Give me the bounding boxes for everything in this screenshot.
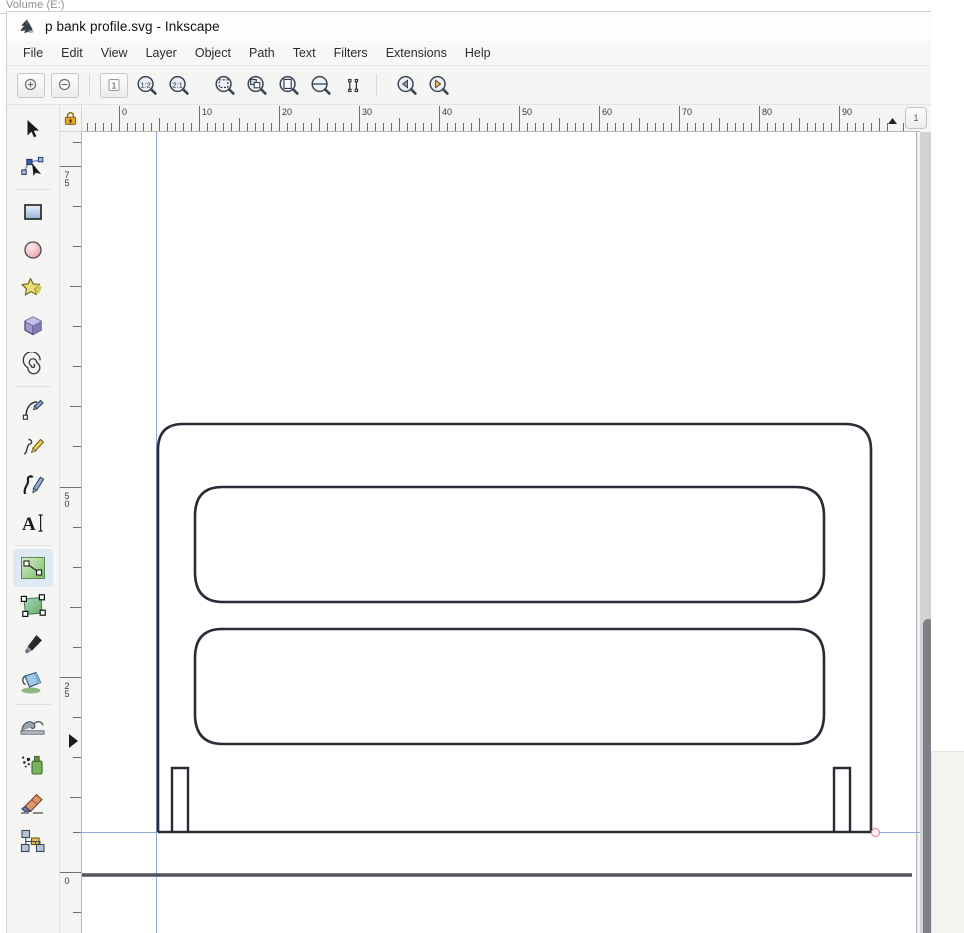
menu-filters[interactable]: Filters — [325, 43, 377, 64]
window-title: p bank profile.svg - Inkscape — [45, 19, 220, 34]
vruler-label-25: 25 — [62, 681, 72, 697]
hruler-label-10: 10 — [202, 107, 213, 117]
menu-path[interactable]: Path — [240, 43, 284, 64]
selector-tool[interactable] — [13, 110, 53, 148]
zoom-1-to-2-button[interactable]: 1:2 — [134, 74, 160, 97]
vertical-ruler[interactable]: 75 50 25 0 — [60, 132, 82, 933]
zoom-in-button[interactable] — [17, 72, 45, 98]
document-page — [90, 132, 917, 933]
padlock-icon — [64, 111, 77, 125]
gradient-tool[interactable] — [13, 549, 53, 587]
inkscape-application-window: Volume (E:) p bank profile.svg - Inkscap… — [0, 0, 964, 933]
horizontal-guide-line[interactable] — [82, 832, 920, 833]
pencil-tool[interactable] — [13, 428, 53, 466]
tool-box: A — [7, 105, 60, 933]
hruler-label-0: 0 — [122, 107, 128, 117]
zoom-center-page-button[interactable] — [340, 74, 366, 97]
bezier-tool[interactable] — [13, 390, 53, 428]
toolbox-separator-4 — [15, 704, 51, 705]
toolbox-separator-3 — [15, 545, 51, 546]
zoom-next-button[interactable] — [426, 74, 452, 97]
star-tool[interactable] — [13, 269, 53, 307]
hruler-label-20: 20 — [282, 107, 293, 117]
right-docked-panel — [931, 751, 964, 933]
drawing-canvas[interactable] — [82, 132, 920, 933]
hruler-label-70: 70 — [682, 107, 693, 117]
box3d-tool[interactable] — [13, 307, 53, 345]
zoom-drawing-button[interactable] — [244, 74, 270, 97]
rectangle-tool[interactable] — [13, 193, 53, 231]
menu-file[interactable]: File — [14, 43, 52, 64]
hruler-label-60: 60 — [602, 107, 613, 117]
node-editor-tool[interactable] — [13, 148, 53, 186]
menu-help[interactable]: Help — [456, 43, 500, 64]
hruler-label-30: 30 — [362, 107, 373, 117]
toolbar-separator-1 — [89, 74, 90, 96]
zoom-page-button[interactable] — [276, 74, 302, 97]
menu-text[interactable]: Text — [284, 43, 325, 64]
horizontal-ruler[interactable]: 0 10 20 30 40 50 60 70 80 90 — [82, 105, 920, 132]
zoom-1-to-1-button[interactable]: 1 — [100, 72, 128, 98]
menu-layer[interactable]: Layer — [137, 43, 186, 64]
svg-text:1: 1 — [112, 80, 117, 90]
svg-text:1:2: 1:2 — [140, 80, 151, 89]
hruler-label-50: 50 — [522, 107, 533, 117]
toolbox-separator-2 — [15, 386, 51, 387]
main-window: p bank profile.svg - Inkscape File Edit … — [6, 11, 964, 933]
vertical-ruler-cursor-marker — [69, 734, 78, 748]
inkscape-logo-icon — [18, 18, 36, 36]
zoom-previous-button[interactable] — [394, 74, 420, 97]
hruler-label-40: 40 — [442, 107, 453, 117]
vruler-label-50: 50 — [62, 491, 72, 507]
vruler-label-0: 0 — [62, 876, 72, 884]
title-bar: p bank profile.svg - Inkscape — [7, 12, 964, 41]
svg-text:2:1: 2:1 — [172, 80, 183, 89]
svg-text:A: A — [22, 514, 36, 535]
zoom-2-to-1-button[interactable]: 2:1 — [166, 74, 192, 97]
zoom-out-button[interactable] — [51, 72, 79, 98]
text-tool[interactable]: A — [13, 504, 53, 542]
vruler-label-75: 75 — [62, 170, 72, 186]
eraser-tool[interactable] — [13, 784, 53, 822]
dropper-tool[interactable] — [13, 625, 53, 663]
menu-object[interactable]: Object — [186, 43, 240, 64]
zoom-page-width-button[interactable] — [308, 74, 334, 97]
zoom-toolbar: 1 1:2 2:1 — [7, 66, 964, 105]
menu-extensions[interactable]: Extensions — [377, 43, 456, 64]
ruler-unit-lock-button[interactable] — [60, 105, 82, 132]
menu-view[interactable]: View — [92, 43, 137, 64]
ruler-cursor-marker — [888, 118, 897, 124]
spiral-tool[interactable] — [13, 345, 53, 383]
vertical-guide-line[interactable] — [156, 132, 157, 933]
mesh-gradient-tool[interactable] — [13, 587, 53, 625]
toolbar-separator-2 — [376, 74, 377, 96]
paint-bucket-tool[interactable] — [13, 663, 53, 701]
connector-tool[interactable] — [13, 822, 53, 860]
spray-tool[interactable] — [13, 746, 53, 784]
ruler-unit-button[interactable]: 1 — [905, 107, 927, 129]
zoom-selection-button[interactable] — [212, 74, 238, 97]
toolbox-separator — [15, 189, 51, 190]
hruler-label-80: 80 — [762, 107, 773, 117]
background-window-title: Volume (E:) — [6, 0, 65, 11]
menu-bar: File Edit View Layer Object Path Text Fi… — [7, 41, 964, 66]
calligraphy-tool[interactable] — [13, 466, 53, 504]
hruler-label-90: 90 — [842, 107, 853, 117]
tweak-tool[interactable] — [13, 708, 53, 746]
ellipse-tool[interactable] — [13, 231, 53, 269]
menu-edit[interactable]: Edit — [52, 43, 92, 64]
guide-intersection-handle[interactable] — [871, 828, 880, 837]
